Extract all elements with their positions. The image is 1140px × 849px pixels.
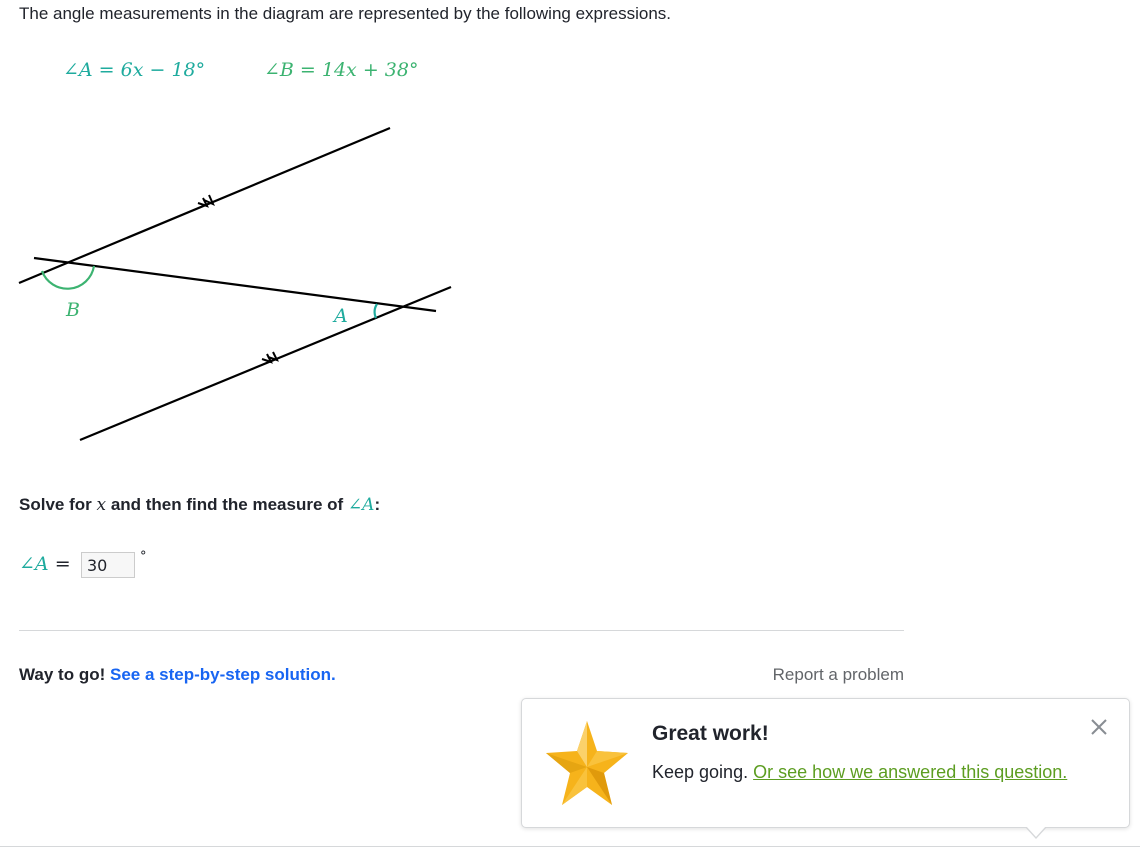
toast-title: Great work! [652,722,769,745]
angle-a-expression: ∠A = 6x − 18° [63,59,206,81]
question-text: Solve for x and then find the measure of… [19,494,380,516]
toast-pointer-fill [1026,826,1046,837]
close-icon[interactable] [1089,717,1109,737]
answer-label: ∠A = [19,553,71,575]
question-angle: ∠A [347,495,375,515]
toast-body-text: Keep going. [652,762,749,782]
question-middle: and then find the measure of [110,495,344,514]
degree-symbol: ° [140,549,147,564]
report-problem-link[interactable]: Report a problem [773,664,904,686]
lower-parallel-line [79,285,452,442]
angle-a-label: A [332,305,348,327]
answer-angle: ∠A [19,553,49,575]
angle-b-label: B [65,299,80,321]
divider [19,630,904,631]
great-work-toast: Great work! Keep going. Or see how we an… [521,698,1130,828]
question-suffix: : [374,495,381,514]
transversal-line [33,256,437,313]
success-message: Way to go! [19,665,106,684]
answer-input[interactable] [81,552,135,578]
toast-body: Keep going. Or see how we answered this … [652,762,1067,783]
angle-b-expression: ∠B = 14x + 38° [264,59,419,81]
footer-border [0,846,1140,847]
question-prefix: Solve for [19,495,92,514]
answer-equals: = [54,553,71,575]
see-answer-link[interactable]: Or see how we answered this question. [753,762,1067,782]
star-icon [546,721,628,805]
angle-a-arc [373,303,378,319]
geometry-diagram: B A [18,126,452,442]
feedback-row: Way to go! See a step-by-step solution. [19,664,336,686]
question-variable: x [96,495,107,515]
solution-link[interactable]: See a step-by-step solution. [110,665,336,684]
problem-prompt: The angle measurements in the diagram ar… [19,4,672,23]
parallel-arrow-upper [197,194,215,208]
